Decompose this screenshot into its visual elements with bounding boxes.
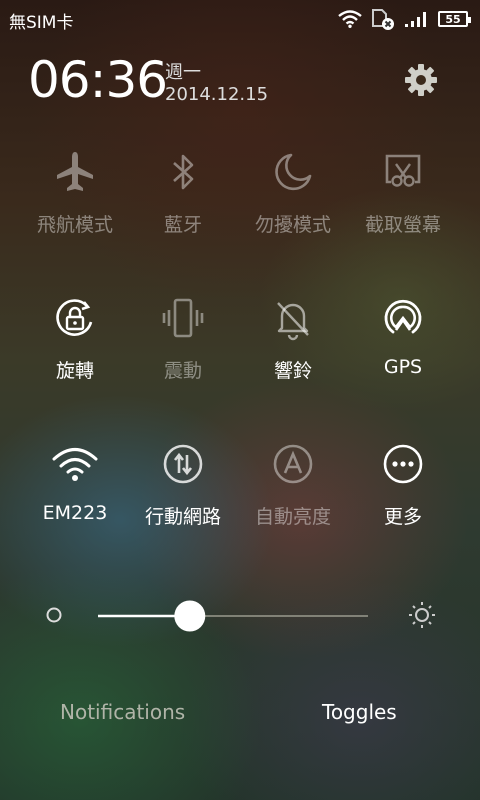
status-icons: 55 bbox=[338, 8, 471, 30]
slider-thumb bbox=[174, 600, 206, 632]
wifi-signal-icon bbox=[338, 10, 362, 28]
toggle-mobile-data[interactable]: 行動網路 bbox=[128, 440, 238, 529]
battery-level: 55 bbox=[445, 12, 461, 26]
toggle-label: 飛航模式 bbox=[36, 214, 113, 236]
toggle-vibrate[interactable]: 震動 bbox=[128, 294, 238, 383]
screenshot-icon bbox=[385, 154, 421, 187]
brightness-slider[interactable] bbox=[0, 590, 480, 640]
toggle-label: 響鈴 bbox=[273, 360, 312, 382]
toggle-do-not-disturb[interactable]: 勿擾模式 bbox=[238, 148, 348, 237]
wifi-icon bbox=[52, 448, 98, 481]
date: 2014.12.15 bbox=[165, 84, 269, 105]
toggle-screenshot[interactable]: 截取螢幕 bbox=[348, 148, 458, 237]
toggle-label: 藍牙 bbox=[163, 214, 202, 236]
more-icon bbox=[383, 444, 423, 484]
toggle-bluetooth[interactable]: 藍牙 bbox=[128, 148, 238, 237]
moon-icon bbox=[275, 153, 312, 191]
carrier-label: 無SIM卡 bbox=[9, 13, 74, 33]
toggle-label: 自動亮度 bbox=[254, 506, 331, 528]
toggle-label: 勿擾模式 bbox=[254, 214, 331, 236]
status-bar: 無SIM卡 55 bbox=[0, 0, 480, 38]
gps-icon bbox=[384, 299, 422, 334]
clock: 06:36 bbox=[28, 51, 168, 109]
cell-signal-icon bbox=[405, 12, 426, 27]
mobile-data-icon bbox=[163, 444, 203, 484]
tab-toggles[interactable]: Toggles bbox=[322, 700, 397, 724]
toggle-label: GPS bbox=[383, 356, 423, 378]
toggle-label: EM223 bbox=[42, 502, 108, 524]
toggle-wifi[interactable]: EM223 bbox=[20, 440, 130, 524]
auto-brightness-icon bbox=[273, 444, 313, 484]
battery-icon: 55 bbox=[438, 11, 471, 27]
rotation-lock-icon bbox=[56, 299, 93, 336]
no-sim-icon bbox=[372, 9, 394, 30]
brightness-low-icon bbox=[46, 607, 62, 623]
settings-gear-icon[interactable] bbox=[403, 62, 439, 98]
toggle-gps[interactable]: GPS bbox=[348, 294, 458, 378]
bell-off-icon bbox=[277, 302, 309, 341]
toggle-label: 更多 bbox=[383, 506, 422, 528]
toggle-label: 行動網路 bbox=[144, 506, 221, 528]
bluetooth-icon bbox=[173, 154, 194, 190]
airplane-icon bbox=[57, 152, 93, 191]
toggle-rotation-lock[interactable]: 旋轉 bbox=[20, 294, 130, 383]
vibrate-icon bbox=[162, 298, 204, 338]
tab-notifications[interactable]: Notifications bbox=[60, 700, 185, 724]
toggle-auto-brightness[interactable]: 自動亮度 bbox=[238, 440, 348, 529]
toggle-more[interactable]: 更多 bbox=[348, 440, 458, 529]
toggle-label: 旋轉 bbox=[55, 360, 94, 382]
toggle-label: 截取螢幕 bbox=[364, 214, 441, 236]
brightness-high-icon bbox=[409, 602, 435, 628]
brightness-slider-graphic[interactable] bbox=[0, 590, 480, 640]
toggle-ring[interactable]: 響鈴 bbox=[238, 294, 348, 383]
toggle-label: 震動 bbox=[163, 360, 202, 382]
weekday: 週一 bbox=[165, 62, 201, 83]
toggle-airplane-mode[interactable]: 飛航模式 bbox=[20, 148, 130, 237]
